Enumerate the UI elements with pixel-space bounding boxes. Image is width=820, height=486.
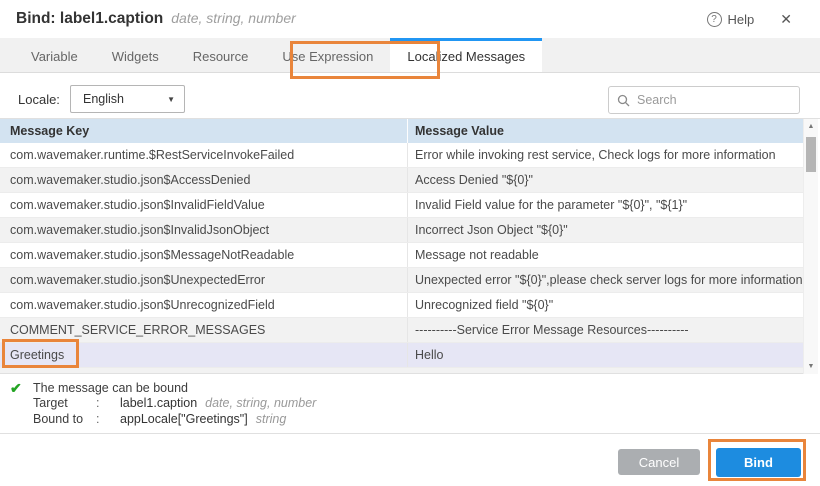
message-key-cell: com.wavemaker.studio.json$UnexpectedErro… bbox=[0, 268, 407, 292]
message-key-cell: Greetings bbox=[0, 343, 407, 367]
messages-table: Message Key Message Value com.wavemaker.… bbox=[0, 118, 820, 373]
bind-button[interactable]: Bind bbox=[716, 448, 801, 477]
page-title: Bind: label1.caption bbox=[16, 10, 163, 27]
scrollbar-thumb[interactable] bbox=[806, 137, 816, 172]
message-key-cell: COMMENT_SERVICE_ERROR_MESSAGES bbox=[0, 318, 407, 342]
target-value: label1.caption bbox=[120, 396, 197, 410]
table-row-selected[interactable]: Greetings Hello bbox=[0, 343, 804, 368]
search-box bbox=[608, 86, 800, 114]
bind-dialog: Bind: label1.caption date, string, number… bbox=[0, 0, 820, 486]
column-header-message-value: Message Value bbox=[407, 119, 804, 143]
vertical-scrollbar[interactable]: ▲ ▼ bbox=[803, 119, 818, 374]
locale-select[interactable]: English ▼ bbox=[70, 85, 185, 113]
target-type: date, string, number bbox=[205, 396, 316, 410]
bound-to-type: string bbox=[256, 412, 287, 426]
table-row[interactable]: com.wavemaker.studio.json$UnexpectedErro… bbox=[0, 268, 804, 293]
message-key-cell: com.wavemaker.studio.json$UnrecognizedFi… bbox=[0, 293, 407, 317]
table-header-row: Message Key Message Value bbox=[0, 119, 804, 143]
message-value-cell: Incorrect Json Object "${0}" bbox=[407, 218, 804, 242]
tab-use-expression[interactable]: Use Expression bbox=[265, 38, 390, 72]
message-key-cell: com.wavemaker.studio.json$InvalidJsonObj… bbox=[0, 218, 407, 242]
help-icon[interactable]: ? bbox=[707, 12, 722, 27]
message-value-cell: Error while invoking rest service, Check… bbox=[407, 143, 804, 167]
title-type-hint: date, string, number bbox=[171, 10, 296, 26]
check-icon: ✔ bbox=[10, 380, 22, 397]
title-wrap: Bind: label1.caption date, string, number bbox=[16, 10, 296, 28]
bound-to-value: appLocale["Greetings"] bbox=[120, 412, 248, 426]
dialog-header: Bind: label1.caption date, string, number… bbox=[0, 0, 820, 38]
message-key-cell: com.wavemaker.studio.json$MessageNotRead… bbox=[0, 243, 407, 267]
bound-value-wrap: appLocale["Greetings"] string bbox=[120, 412, 316, 426]
locale-label: Locale: bbox=[18, 92, 60, 107]
message-value-cell: Unexpected error "${0}",please check ser… bbox=[407, 268, 804, 292]
binding-summary: Target : label1.caption date, string, num… bbox=[33, 396, 316, 426]
locale-selected-value: English bbox=[83, 92, 124, 106]
message-value-cell: Message not readable bbox=[407, 243, 804, 267]
table-row[interactable]: com.wavemaker.studio.json$AccessDenied A… bbox=[0, 168, 804, 193]
target-value-wrap: label1.caption date, string, number bbox=[120, 396, 316, 410]
table-row[interactable]: com.wavemaker.runtime.$RestServiceInvoke… bbox=[0, 143, 804, 168]
column-header-message-key: Message Key bbox=[0, 119, 407, 143]
tab-variable[interactable]: Variable bbox=[14, 38, 95, 72]
message-value-cell: Invalid Field value for the parameter "$… bbox=[407, 193, 804, 217]
table-row-partial bbox=[0, 368, 804, 374]
status-message: The message can be bound bbox=[33, 381, 188, 395]
search-icon bbox=[617, 94, 630, 107]
header-actions: ? Help ✕ bbox=[707, 11, 792, 28]
tab-localized-messages[interactable]: Localized Messages bbox=[390, 38, 542, 72]
footer-divider bbox=[0, 433, 820, 434]
colon-separator: : bbox=[96, 396, 120, 410]
table-row[interactable]: com.wavemaker.studio.json$InvalidFieldVa… bbox=[0, 193, 804, 218]
message-value-cell: Unrecognized field "${0}" bbox=[407, 293, 804, 317]
tab-resource[interactable]: Resource bbox=[176, 38, 266, 72]
target-label: Target bbox=[33, 396, 96, 410]
search-input[interactable] bbox=[635, 92, 791, 108]
message-key-cell: com.wavemaker.studio.json$InvalidFieldVa… bbox=[0, 193, 407, 217]
scroll-down-icon[interactable]: ▼ bbox=[804, 363, 818, 370]
message-key-cell: com.wavemaker.runtime.$RestServiceInvoke… bbox=[0, 143, 407, 167]
message-value-cell: Access Denied "${0}" bbox=[407, 168, 804, 192]
bound-to-label: Bound to bbox=[33, 412, 96, 426]
tab-widgets[interactable]: Widgets bbox=[95, 38, 176, 72]
message-value-cell: Hello bbox=[407, 343, 804, 367]
table-row[interactable]: com.wavemaker.studio.json$UnrecognizedFi… bbox=[0, 293, 804, 318]
colon-separator: : bbox=[96, 412, 120, 426]
help-link[interactable]: Help bbox=[728, 12, 755, 27]
table-row[interactable]: com.wavemaker.studio.json$InvalidJsonObj… bbox=[0, 218, 804, 243]
message-value-cell: ----------Service Error Message Resource… bbox=[407, 318, 804, 342]
tab-bar: Variable Widgets Resource Use Expression… bbox=[0, 38, 820, 73]
close-icon[interactable]: ✕ bbox=[780, 11, 792, 28]
table-row[interactable]: COMMENT_SERVICE_ERROR_MESSAGES ---------… bbox=[0, 318, 804, 343]
message-key-cell: com.wavemaker.studio.json$AccessDenied bbox=[0, 168, 407, 192]
cancel-button[interactable]: Cancel bbox=[618, 449, 700, 475]
table-row[interactable]: com.wavemaker.studio.json$MessageNotRead… bbox=[0, 243, 804, 268]
chevron-down-icon: ▼ bbox=[167, 95, 175, 104]
scroll-up-icon[interactable]: ▲ bbox=[804, 123, 818, 130]
